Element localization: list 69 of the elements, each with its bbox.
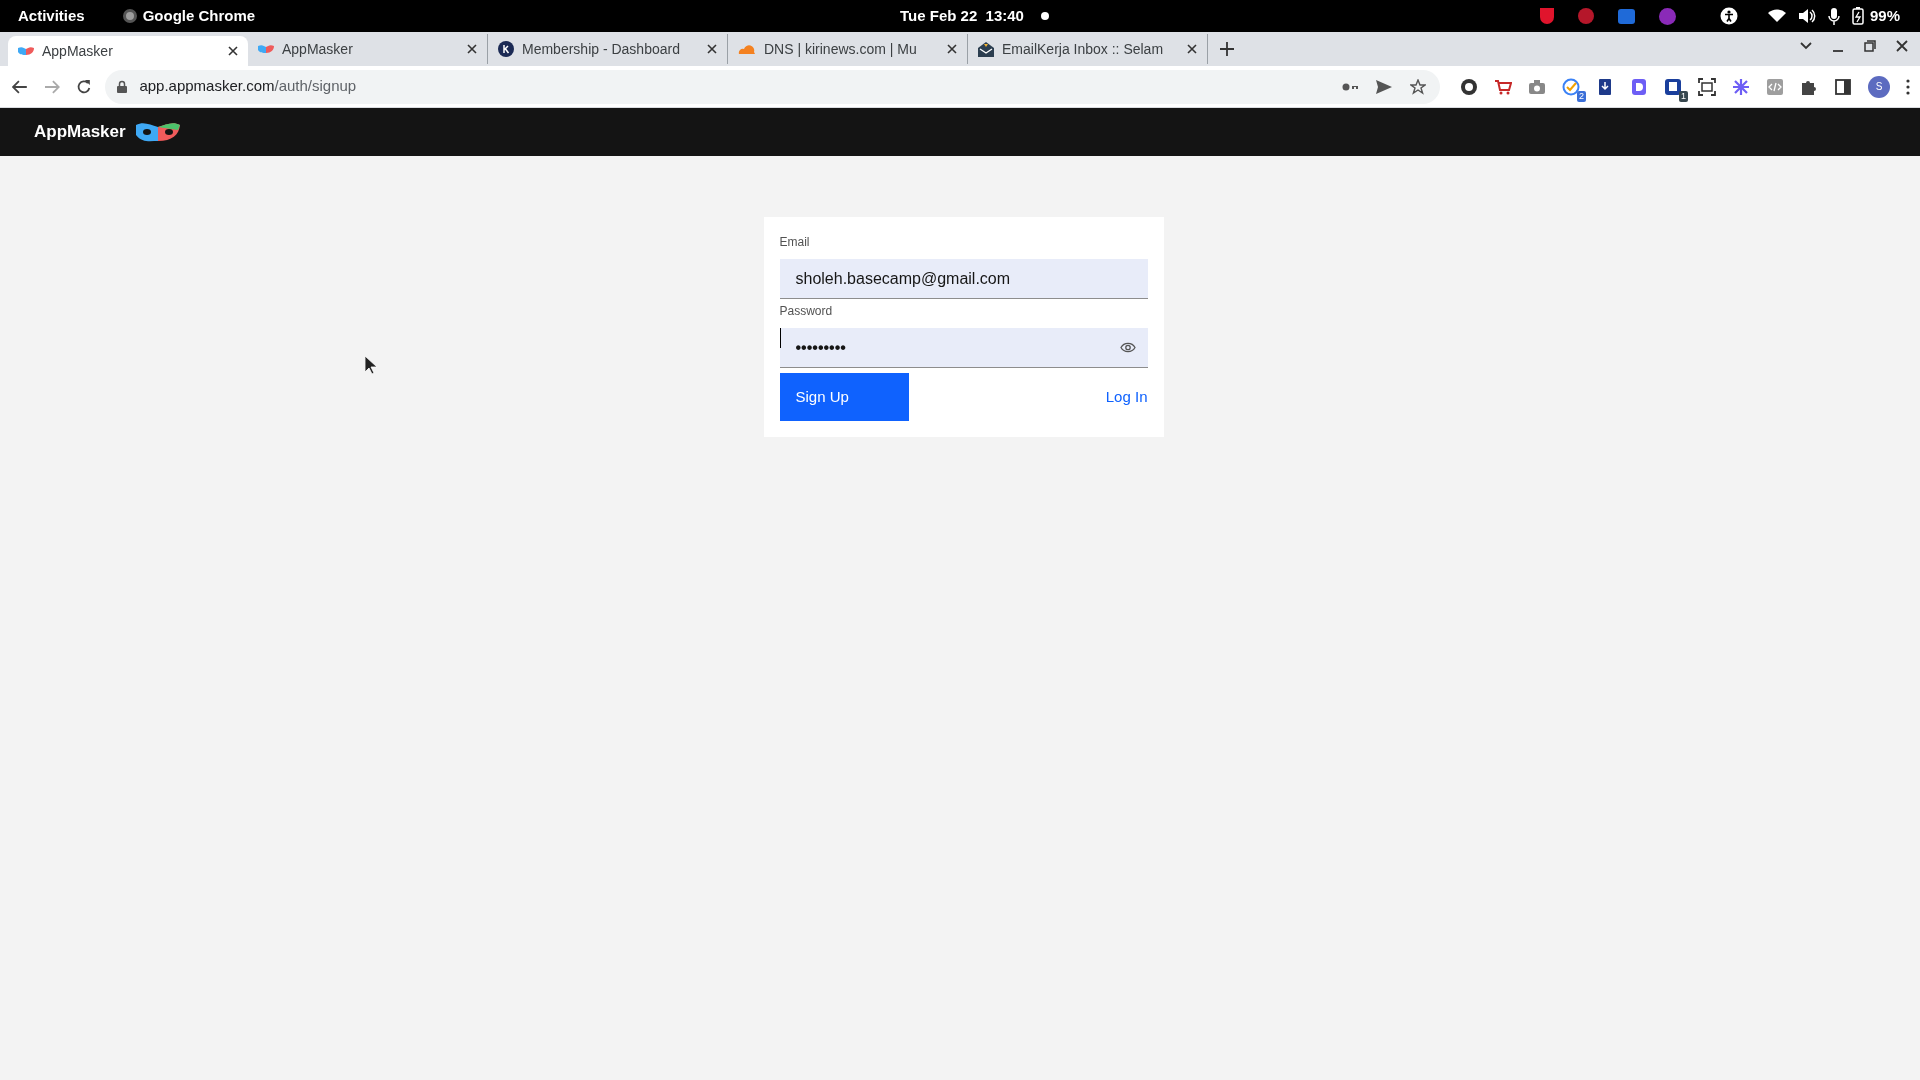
browser-tab[interactable]: DNS | kirinews.com | Mu <box>728 34 968 64</box>
close-window-icon[interactable] <box>1896 40 1908 52</box>
email-field[interactable]: sholeh.basecamp@gmail.com <box>779 259 1148 299</box>
mouse-pointer-icon <box>365 356 377 374</box>
wifi-icon[interactable] <box>1768 9 1786 23</box>
mask-logo-icon <box>133 121 182 143</box>
k-logo-icon <box>498 41 514 57</box>
cart-icon[interactable] <box>1494 77 1512 96</box>
close-tab-icon[interactable] <box>1187 44 1197 54</box>
tab-search-chevron-icon[interactable] <box>1800 42 1812 50</box>
mask-icon <box>18 47 34 55</box>
d-letter-icon[interactable] <box>1630 77 1648 96</box>
accessibility-icon[interactable] <box>1720 7 1738 25</box>
log-in-link[interactable]: Log In <box>1105 385 1148 409</box>
volume-icon[interactable] <box>1798 8 1816 24</box>
asterisk-icon[interactable] <box>1732 77 1750 96</box>
tab-title: Membership - Dashboard <box>522 39 680 59</box>
shield-square-icon[interactable] <box>1664 77 1682 96</box>
close-tab-icon[interactable] <box>707 44 717 54</box>
menu-icon[interactable] <box>1906 78 1910 95</box>
battery-percentage: 99% <box>1870 5 1901 26</box>
screenshot-icon[interactable] <box>1698 77 1716 96</box>
circle-app-icon[interactable] <box>1460 77 1478 96</box>
profile-avatar[interactable]: S <box>1868 75 1890 98</box>
microphone-icon[interactable] <box>1828 7 1840 25</box>
download-icon[interactable] <box>1596 77 1614 96</box>
activities-button[interactable]: Activities <box>18 4 85 28</box>
password-label: Password <box>779 303 834 320</box>
clock[interactable]: Tue Feb 22 13:40 <box>900 4 1024 28</box>
code-icon[interactable] <box>1766 77 1784 96</box>
sign-up-button[interactable]: Sign Up <box>779 373 909 421</box>
browser-tab[interactable]: EmailKerja Inbox :: Selam <box>968 34 1208 64</box>
star-icon[interactable] <box>1410 78 1426 95</box>
close-tab-icon[interactable] <box>228 46 238 56</box>
extension-badge: 1 <box>1679 90 1688 102</box>
chrome-icon <box>122 9 137 23</box>
address-bar[interactable]: app.appmasker.com/auth/signup <box>105 69 1440 104</box>
email-label: Email <box>779 234 811 251</box>
browser-tab[interactable]: AppMasker <box>8 36 248 66</box>
tab-title: AppMasker <box>282 39 353 59</box>
close-tab-icon[interactable] <box>947 44 957 54</box>
lock-icon <box>117 80 128 93</box>
send-icon[interactable] <box>1376 79 1392 94</box>
reload-icon[interactable] <box>75 78 92 95</box>
extension-badge: 2 <box>1577 90 1586 102</box>
battery-icon[interactable] <box>1852 7 1864 25</box>
browser-tab[interactable]: Membership - Dashboard <box>488 34 728 64</box>
checkmark-icon[interactable] <box>1562 77 1580 96</box>
tab-title: AppMasker <box>42 41 113 61</box>
close-tab-icon[interactable] <box>467 44 477 54</box>
url-text: app.appmasker.com/auth/signup <box>139 76 357 97</box>
tab-title: EmailKerja Inbox :: Selam <box>1002 39 1164 59</box>
brand-name[interactable]: AppMasker <box>34 119 126 145</box>
cloud-icon <box>738 44 756 54</box>
browser-tab[interactable]: AppMasker <box>248 34 488 64</box>
new-tab-icon[interactable] <box>1220 42 1234 56</box>
back-icon[interactable] <box>12 79 28 94</box>
side-panel-icon[interactable] <box>1834 77 1852 96</box>
tray-app-icon[interactable] <box>1618 8 1635 24</box>
tab-title: DNS | kirinews.com | Mu <box>764 39 917 59</box>
mask-icon <box>258 45 274 53</box>
ball-app-icon[interactable] <box>1578 8 1594 24</box>
shield-icon[interactable] <box>1540 8 1554 24</box>
restore-icon[interactable] <box>1864 40 1876 52</box>
app-name: Google Chrome <box>142 5 256 26</box>
eye-icon[interactable] <box>1119 342 1136 353</box>
camera-icon[interactable] <box>1528 77 1546 96</box>
envelope-icon <box>978 41 994 57</box>
password-field[interactable]: ••••••••• <box>779 328 1148 368</box>
